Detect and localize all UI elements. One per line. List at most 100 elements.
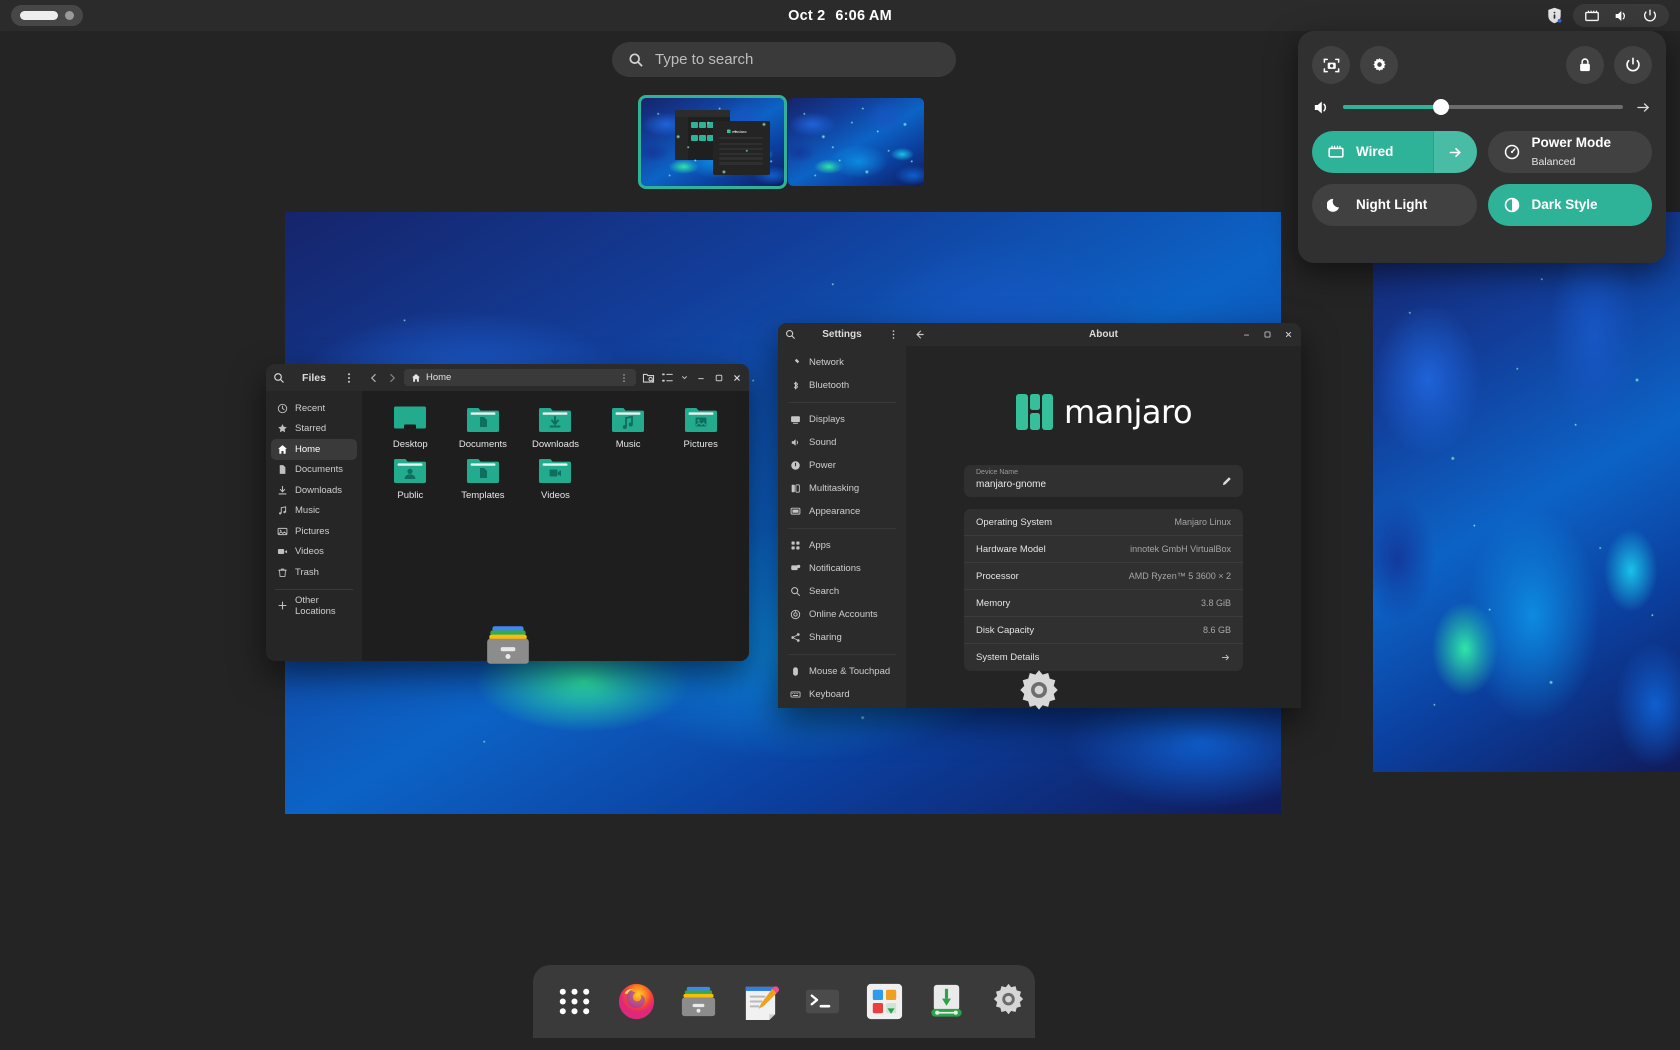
path-bar[interactable]: Home <box>404 369 636 386</box>
settings-item-bluetooth[interactable]: Bluetooth <box>783 374 901 397</box>
settings-item-appearance[interactable]: Appearance <box>783 500 901 523</box>
sidebar-item-trash[interactable]: Trash <box>271 562 357 583</box>
lock-button[interactable] <box>1566 46 1604 84</box>
maximize-icon[interactable] <box>713 372 725 384</box>
shield-icon[interactable] <box>1547 7 1563 25</box>
quick-tile-dark-style[interactable]: Dark Style <box>1487 184 1652 226</box>
files-window[interactable]: Files Home Recent Starred Home Documents… <box>266 364 749 661</box>
workspace-thumbnail-2[interactable] <box>788 98 924 186</box>
sidebar-item-documents[interactable]: Documents <box>271 460 357 481</box>
view-list-icon[interactable] <box>661 371 674 384</box>
sidebar-item-music[interactable]: Music <box>271 501 357 522</box>
dock-item-software[interactable] <box>864 981 905 1022</box>
forward-arrow-icon[interactable] <box>386 372 398 384</box>
workspace-thumbnail-1[interactable]: manjaro <box>638 95 787 189</box>
file-item-downloads[interactable]: Downloads <box>519 405 592 450</box>
minimize-icon[interactable] <box>695 372 707 384</box>
dock-item-terminal[interactable] <box>802 981 843 1022</box>
gauge-icon <box>1503 143 1521 161</box>
search-icon[interactable] <box>785 329 796 340</box>
kebab-menu-icon[interactable] <box>619 373 629 383</box>
back-arrow-icon[interactable] <box>368 372 380 384</box>
settings-item-notifications[interactable]: Notifications <box>783 557 901 580</box>
network-icon <box>790 357 801 368</box>
about-row-key: Memory <box>976 597 1011 609</box>
status-menu-button[interactable] <box>1573 4 1669 27</box>
power-button[interactable] <box>1614 46 1652 84</box>
settings-item-power[interactable]: Power <box>783 454 901 477</box>
volume-icon <box>790 437 801 448</box>
file-item-documents[interactable]: Documents <box>447 405 520 450</box>
files-app-icon-ghost[interactable] <box>483 620 533 670</box>
chevron-down-icon[interactable] <box>680 373 689 382</box>
dock-item-files[interactable] <box>678 981 719 1022</box>
files-sidebar-headerbar: Files <box>266 364 362 391</box>
settings-item-online-accounts[interactable]: Online Accounts <box>783 603 901 626</box>
sidebar-item-recent[interactable]: Recent <box>271 398 357 419</box>
quick-tile-power-mode[interactable]: Power Mode Balanced <box>1487 131 1652 173</box>
file-item-desktop[interactable]: Desktop <box>374 405 447 450</box>
volume-icon[interactable] <box>1312 98 1331 117</box>
file-item-music[interactable]: Music <box>592 405 665 450</box>
settings-item-sharing[interactable]: Sharing <box>783 626 901 649</box>
sidebar-item-videos[interactable]: Videos <box>271 542 357 563</box>
kebab-menu-icon[interactable] <box>888 329 899 340</box>
maximize-icon[interactable] <box>1262 329 1273 340</box>
settings-item-mouse-touchpad[interactable]: Mouse & Touchpad <box>783 660 901 683</box>
file-item-videos[interactable]: Videos <box>519 456 592 501</box>
settings-title: Settings <box>822 329 862 340</box>
dock-item-package-manager[interactable] <box>926 981 967 1022</box>
search-input[interactable]: Type to search <box>612 42 956 77</box>
settings-window[interactable]: Settings About Network Bluetooth Display… <box>778 323 1301 708</box>
search-icon <box>790 586 801 597</box>
settings-item-apps[interactable]: Apps <box>783 534 901 557</box>
settings-button[interactable] <box>1360 46 1398 84</box>
dock-item-text-editor[interactable] <box>740 981 781 1022</box>
dock-item-show-applications[interactable] <box>554 981 595 1022</box>
sidebar-item-pictures[interactable]: Pictures <box>271 521 357 542</box>
clock-button[interactable]: Oct 2 6:06 AM <box>0 8 1680 24</box>
file-item-label: Templates <box>461 490 505 501</box>
mini-settings-window: manjaro <box>712 120 770 176</box>
file-item-templates[interactable]: Templates <box>447 456 520 501</box>
about-row-value: 3.8 GiB <box>1200 598 1231 608</box>
settings-item-search[interactable]: Search <box>783 580 901 603</box>
new-folder-icon[interactable] <box>642 371 655 384</box>
close-icon[interactable] <box>731 372 743 384</box>
workspace-desktop-preview-next[interactable] <box>1373 212 1680 772</box>
dock-item-firefox[interactable] <box>616 981 657 1022</box>
quick-tile-night-light[interactable]: Night Light <box>1312 184 1477 226</box>
file-item-public[interactable]: Public <box>374 456 447 501</box>
quick-settings-toolbar <box>1312 45 1652 85</box>
settings-item-sound[interactable]: Sound <box>783 431 901 454</box>
quick-tile-wired[interactable]: Wired <box>1312 131 1477 173</box>
minimize-icon[interactable] <box>1241 329 1252 340</box>
settings-item-keyboard[interactable]: Keyboard <box>783 683 901 706</box>
kebab-menu-icon[interactable] <box>343 372 355 384</box>
about-row-system-details[interactable]: System Details <box>964 644 1243 671</box>
top-panel: Oct 2 6:06 AM <box>0 0 1680 31</box>
settings-item-colour[interactable]: Colour <box>783 706 901 708</box>
volume-expand-arrow-icon[interactable] <box>1635 99 1652 116</box>
sidebar-item-starred[interactable]: Starred <box>271 419 357 440</box>
dock-item-settings[interactable] <box>988 981 1029 1022</box>
about-row-key: Processor <box>976 570 1019 582</box>
sidebar-item-downloads[interactable]: Downloads <box>271 480 357 501</box>
file-item-pictures[interactable]: Pictures <box>664 405 737 450</box>
quick-tile-expand-arrow-icon[interactable] <box>1432 131 1477 173</box>
pencil-icon[interactable] <box>1221 476 1232 487</box>
settings-app-icon-ghost[interactable] <box>1010 663 1068 721</box>
system-tray <box>1547 0 1669 31</box>
sidebar-item-home[interactable]: Home <box>271 439 357 460</box>
settings-item-displays[interactable]: Displays <box>783 408 901 431</box>
settings-item-multitasking[interactable]: Multitasking <box>783 477 901 500</box>
screenshot-button[interactable] <box>1312 46 1350 84</box>
volume-slider[interactable] <box>1343 99 1623 115</box>
device-name-row[interactable]: Device Name manjaro-gnome <box>964 465 1243 497</box>
close-icon[interactable] <box>1283 329 1294 340</box>
settings-item-network[interactable]: Network <box>783 351 901 374</box>
sidebar-item-label: Documents <box>295 464 344 476</box>
settings-item-label: Mouse & Touchpad <box>809 666 891 677</box>
sidebar-item-other-locations[interactable]: Other Locations <box>271 595 357 617</box>
search-icon[interactable] <box>273 372 285 384</box>
